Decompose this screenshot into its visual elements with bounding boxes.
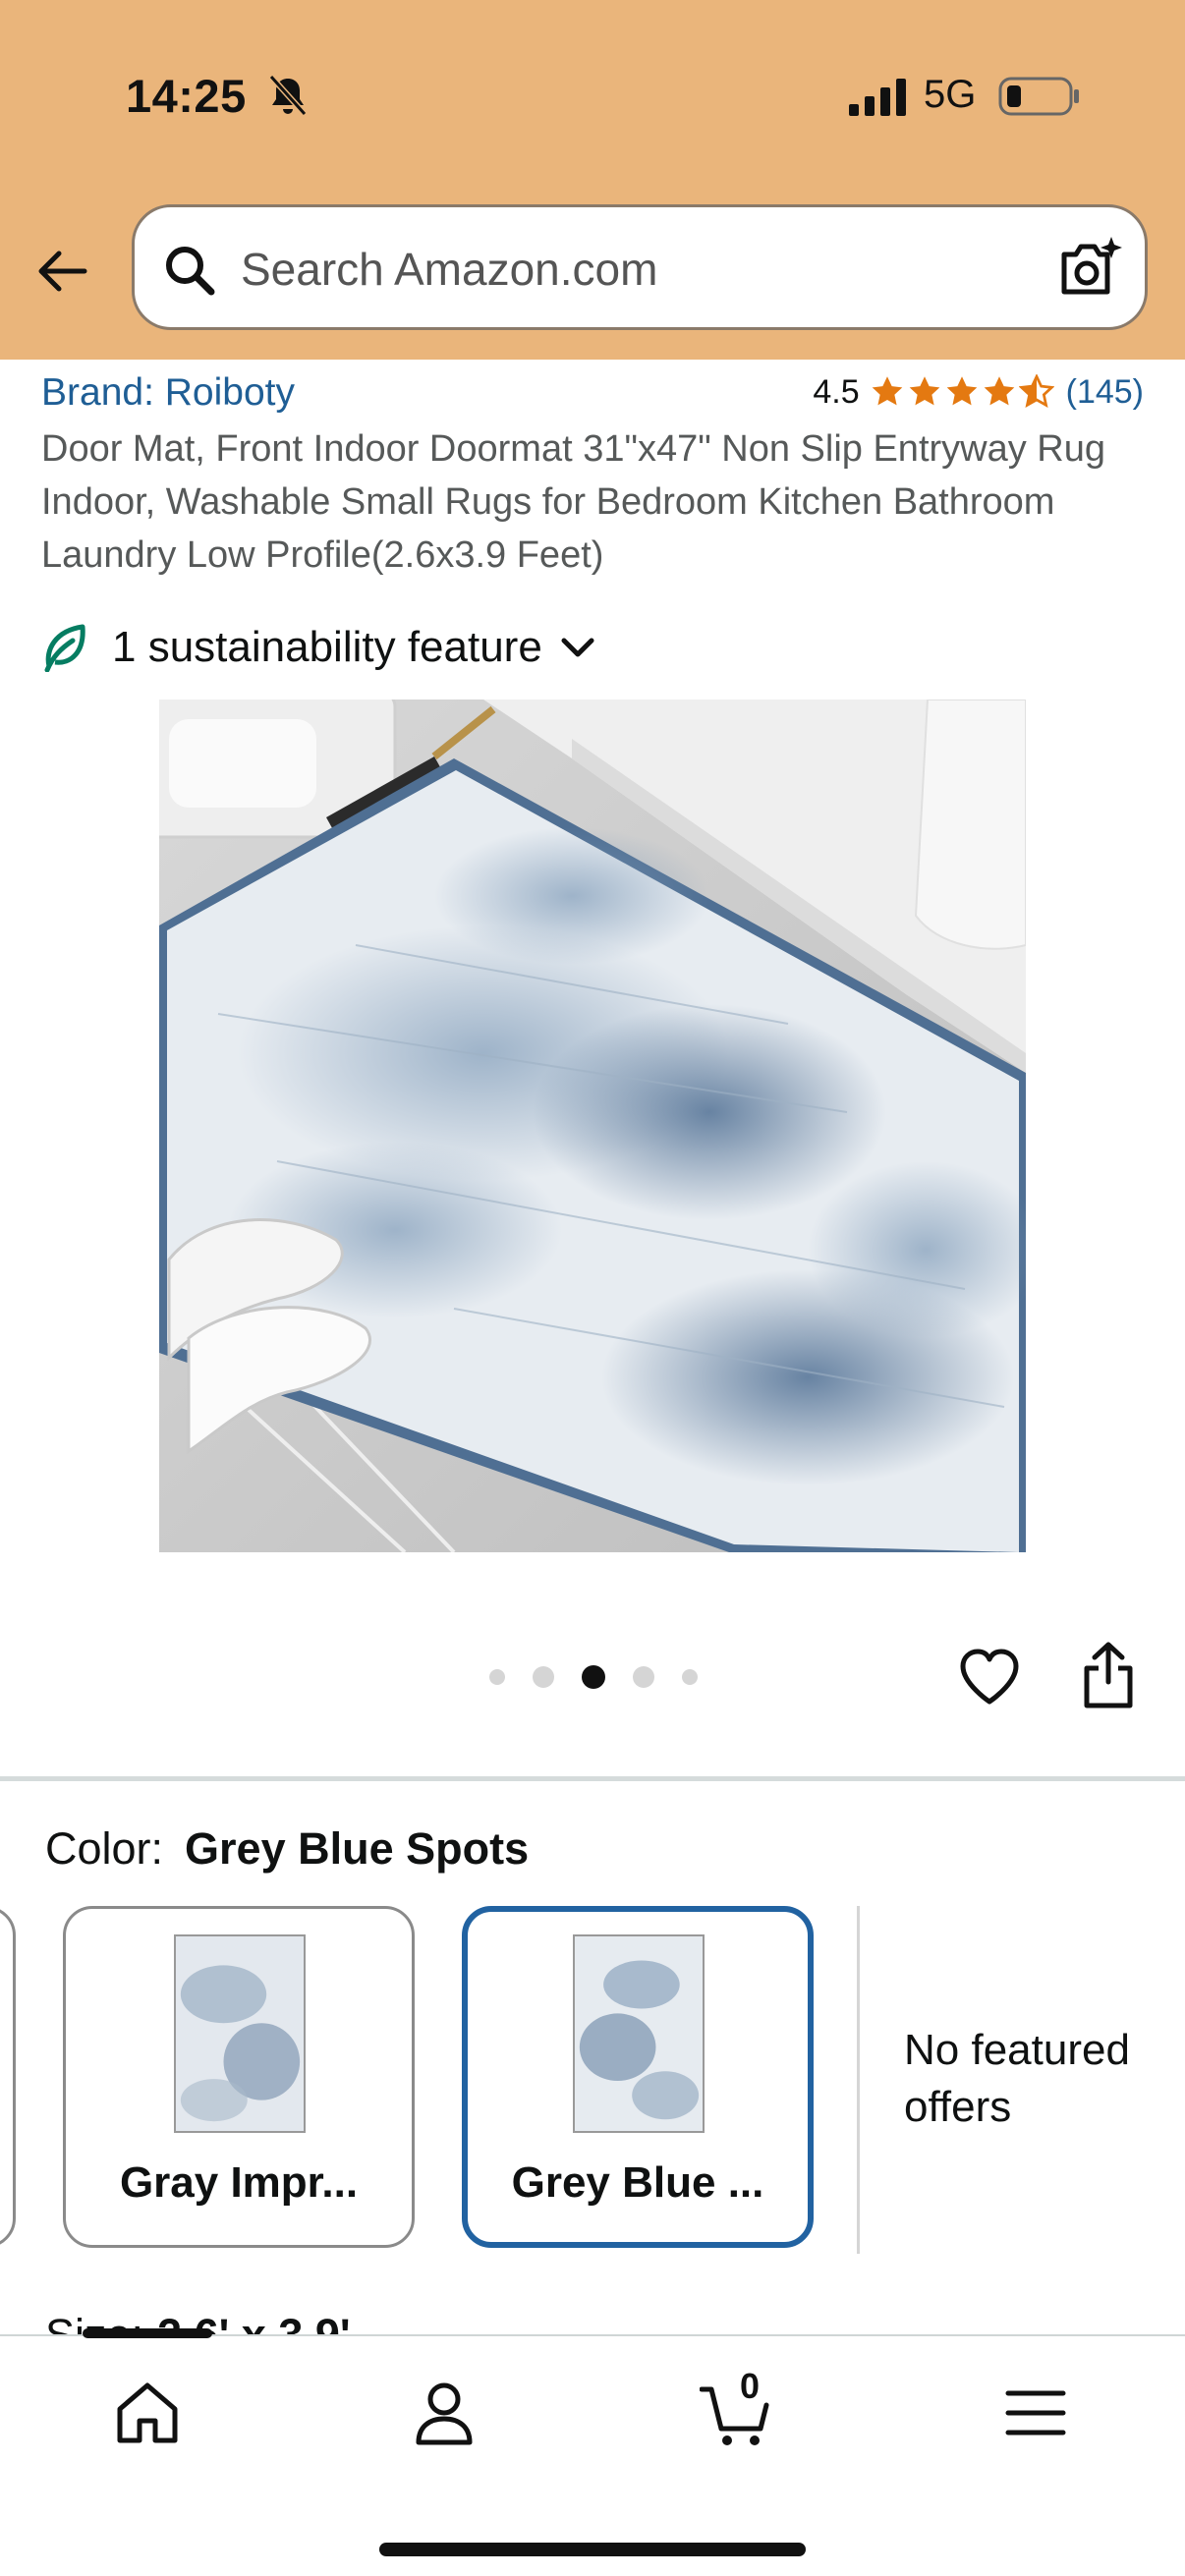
- status-time: 14:25: [126, 70, 247, 122]
- swatch-thumbnail: [174, 1934, 306, 2133]
- home-icon[interactable]: [110, 2376, 185, 2450]
- star-icon: [984, 376, 1014, 406]
- carousel-dot-active[interactable]: [582, 1665, 605, 1689]
- no-featured-offers: No featured offers: [904, 2026, 1130, 2131]
- share-icon[interactable]: [1081, 1641, 1136, 1709]
- status-bar: 14:25 5G: [0, 0, 1185, 196]
- color-swatch-gray-impression[interactable]: Gray Impr...: [63, 1906, 415, 2248]
- sustainability-label: 1 sustainability feature: [112, 623, 542, 671]
- cart-count: 0: [739, 2366, 761, 2406]
- star-icon: [946, 376, 977, 406]
- rating-number: 4.5: [813, 372, 860, 411]
- carousel-dot[interactable]: [489, 1669, 505, 1685]
- color-swatch-partial[interactable]: [0, 1906, 16, 2248]
- home-indicator: [379, 2543, 806, 2556]
- bell-muted-icon: [268, 74, 308, 117]
- bottom-nav: 0: [0, 2328, 1185, 2576]
- half-star-icon: [1018, 374, 1054, 408]
- carousel-dot[interactable]: [633, 1666, 654, 1688]
- swatch-label: Gray Impr...: [119, 2158, 359, 2207]
- heart-icon[interactable]: [957, 1647, 1022, 1708]
- swatch-label: Grey Blue ...: [511, 2158, 764, 2207]
- color-label: Color:: [45, 1823, 164, 1874]
- review-count[interactable]: (145): [1066, 373, 1144, 412]
- star-icon: [872, 376, 902, 406]
- carousel-dots[interactable]: [489, 1664, 725, 1690]
- brand-link[interactable]: Brand: Roiboty: [41, 371, 295, 415]
- color-selected-value: Grey Blue Spots: [185, 1823, 530, 1874]
- search-input[interactable]: [241, 237, 1027, 302]
- swatch-divider: [857, 1906, 860, 2254]
- star-rating: [870, 374, 1056, 410]
- sustainability-toggle[interactable]: 1 sustainability feature: [41, 615, 597, 680]
- header: 14:25 5G: [0, 0, 1185, 360]
- product-image[interactable]: [159, 700, 1026, 1552]
- star-icon: [909, 376, 939, 406]
- search-box[interactable]: [132, 204, 1148, 330]
- carousel-dot[interactable]: [533, 1666, 554, 1688]
- search-icon: [166, 247, 215, 296]
- nav-active-indicator: [83, 2328, 212, 2338]
- back-arrow-icon[interactable]: [33, 242, 92, 301]
- swatch-thumbnail: [573, 1934, 705, 2133]
- battery-icon: [998, 77, 1079, 116]
- product-title: Door Mat, Front Indoor Doormat 31"x47" N…: [41, 428, 1105, 576]
- menu-icon[interactable]: [998, 2376, 1073, 2450]
- color-swatch-grey-blue-spots[interactable]: Grey Blue ...: [462, 1906, 814, 2248]
- carousel-dot[interactable]: [682, 1669, 698, 1685]
- account-icon[interactable]: [407, 2376, 481, 2450]
- camera-search-icon[interactable]: [1054, 237, 1123, 302]
- network-label: 5G: [924, 73, 977, 116]
- rating-row[interactable]: 4.5 (145): [813, 369, 1144, 415]
- color-selector-header: Color: Grey Blue Spots: [45, 1823, 529, 1875]
- section-divider: [0, 1776, 1185, 1781]
- chevron-down-icon: [561, 638, 594, 657]
- leaf-icon: [44, 624, 85, 672]
- signal-icon: [849, 79, 906, 116]
